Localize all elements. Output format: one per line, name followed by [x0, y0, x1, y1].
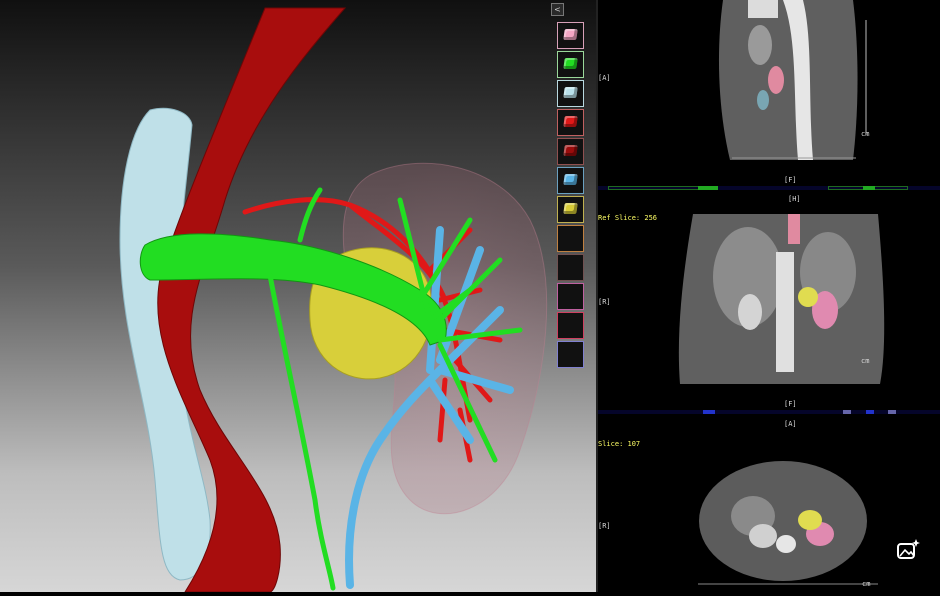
3d-viewport[interactable]: <: [0, 0, 596, 592]
cube-icon: [563, 145, 578, 156]
swatch-renal-vein[interactable]: [557, 51, 584, 78]
swatch-empty-5[interactable]: [557, 341, 584, 368]
coronal-view[interactable]: [H] Ref Slice: 256 [R] [F] cm: [598, 192, 940, 408]
sagittal-image: [718, 0, 867, 160]
coronal-left-label: [R]: [598, 298, 611, 306]
sagittal-view[interactable]: [A] [F] cm: [598, 0, 940, 185]
cube-icon: [563, 116, 578, 127]
axial-slice: Slice: 107: [598, 440, 641, 448]
coronal-top-label: [H]: [788, 195, 801, 203]
swatch-collecting-system[interactable]: [557, 167, 584, 194]
swatch-empty-4[interactable]: [557, 312, 584, 339]
3d-render: [119, 7, 548, 592]
axial-view[interactable]: [A] Slice: 107 [R] cm: [598, 416, 940, 592]
swatch-empty-3[interactable]: [557, 283, 584, 310]
sagittal-unit: cm: [861, 130, 870, 138]
sagittal-bottom-label: [F]: [784, 176, 797, 184]
coronal-ref-slice: Ref Slice: 256: [598, 214, 658, 222]
coronal-slice-bar[interactable]: [598, 410, 940, 414]
swatch-aorta[interactable]: [557, 138, 584, 165]
swatch-empty-2[interactable]: [557, 254, 584, 281]
ct-panels: [A] [F] cm [H] Ref Slice: 256 [R] [F] cm: [598, 0, 940, 592]
cube-icon: [563, 29, 578, 40]
sagittal-slice-bar[interactable]: [598, 186, 940, 190]
swatch-renal-artery[interactable]: [557, 109, 584, 136]
axial-image: [698, 461, 878, 585]
axial-unit: cm: [862, 580, 871, 588]
swatch-kidney[interactable]: [557, 22, 584, 49]
cube-icon: [563, 87, 578, 98]
swatch-empty-1[interactable]: [557, 225, 584, 252]
sagittal-left-label: [A]: [598, 74, 611, 82]
swatch-ivc[interactable]: [557, 80, 584, 107]
cube-icon: [563, 174, 578, 185]
axial-top-label: [A]: [784, 420, 797, 428]
coronal-unit: cm: [861, 357, 870, 365]
cube-icon: [563, 58, 578, 69]
swatch-tumor[interactable]: [557, 196, 584, 223]
cube-icon: [563, 203, 578, 214]
edit-image-icon[interactable]: [893, 536, 923, 566]
coronal-image: [678, 214, 885, 384]
collapse-panel-button[interactable]: <: [551, 3, 564, 16]
coronal-bottom-label: [F]: [784, 400, 797, 408]
axial-left-label: [R]: [598, 522, 611, 530]
